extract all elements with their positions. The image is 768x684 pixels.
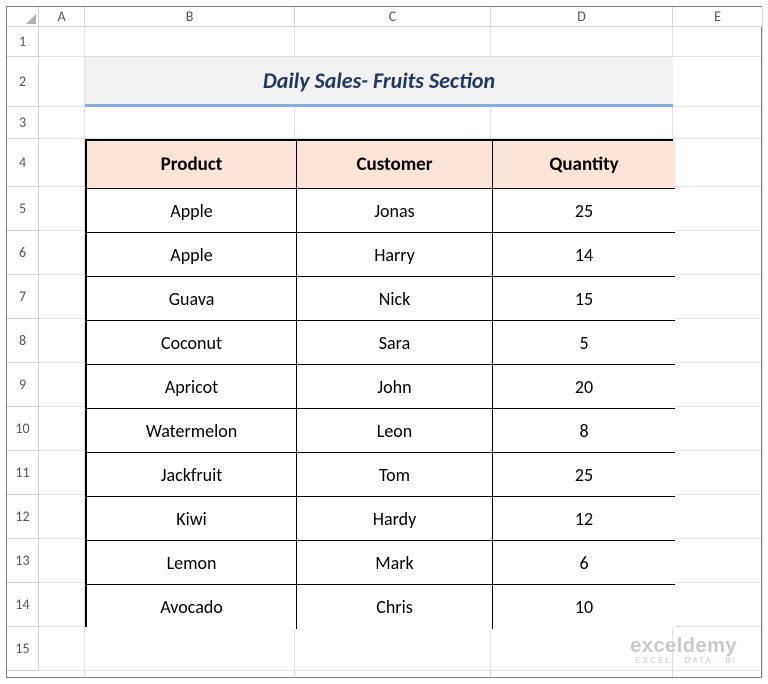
cell-quantity-14[interactable]: 10 [493, 585, 675, 629]
cell-customer-14[interactable]: Chris [297, 585, 493, 629]
cell-product-11[interactable]: Jackfruit [87, 453, 297, 497]
header-customer[interactable]: Customer [297, 141, 493, 189]
cell-quantity-9[interactable]: 20 [493, 365, 675, 409]
cell-product-9[interactable]: Apricot [87, 365, 297, 409]
cell-customer-7[interactable]: Nick [297, 277, 493, 321]
select-all-triangle[interactable] [7, 7, 39, 27]
cell-product-13[interactable]: Lemon [87, 541, 297, 585]
row-header-1[interactable]: 1 [7, 27, 39, 57]
data-table: ProductCustomerQuantityAppleJonas25Apple… [85, 139, 673, 627]
col-header-E[interactable]: E [673, 7, 763, 27]
cell-product-5[interactable]: Apple [87, 189, 297, 233]
row-header-4[interactable]: 4 [7, 139, 39, 187]
header-quantity[interactable]: Quantity [493, 141, 675, 189]
cell-quantity-11[interactable]: 25 [493, 453, 675, 497]
row-header-11[interactable]: 11 [7, 451, 39, 495]
row-header-9[interactable]: 9 [7, 363, 39, 407]
cell-product-10[interactable]: Watermelon [87, 409, 297, 453]
row-header-5[interactable]: 5 [7, 187, 39, 231]
row-header-10[interactable]: 10 [7, 407, 39, 451]
row-header-13[interactable]: 13 [7, 539, 39, 583]
row-header-8[interactable]: 8 [7, 319, 39, 363]
cell-customer-11[interactable]: Tom [297, 453, 493, 497]
row-header-15[interactable]: 15 [7, 627, 39, 671]
cell-quantity-5[interactable]: 25 [493, 189, 675, 233]
cell-product-12[interactable]: Kiwi [87, 497, 297, 541]
sheet-area[interactable]: Daily Sales- Fruits Section ProductCusto… [39, 27, 761, 677]
watermark-big: exceldemy [630, 635, 737, 658]
cell-product-8[interactable]: Coconut [87, 321, 297, 365]
cell-customer-6[interactable]: Harry [297, 233, 493, 277]
cell-customer-13[interactable]: Mark [297, 541, 493, 585]
row-header-3[interactable]: 3 [7, 107, 39, 139]
cell-customer-5[interactable]: Jonas [297, 189, 493, 233]
cell-product-14[interactable]: Avocado [87, 585, 297, 629]
cell-customer-10[interactable]: Leon [297, 409, 493, 453]
cell-customer-12[interactable]: Hardy [297, 497, 493, 541]
title-text: Daily Sales- Fruits Section [263, 67, 495, 94]
row-header-6[interactable]: 6 [7, 231, 39, 275]
watermark-small: EXCEL · DATA · BI [630, 656, 737, 665]
row-header-14[interactable]: 14 [7, 583, 39, 627]
cell-customer-8[interactable]: Sara [297, 321, 493, 365]
row-header-7[interactable]: 7 [7, 275, 39, 319]
header-product[interactable]: Product [87, 141, 297, 189]
cell-quantity-6[interactable]: 14 [493, 233, 675, 277]
col-header-D[interactable]: D [491, 7, 673, 27]
spreadsheet-frame: ABCDE 123456789101112131415 Daily Sales-… [6, 6, 762, 678]
cell-quantity-7[interactable]: 15 [493, 277, 675, 321]
watermark: exceldemy EXCEL · DATA · BI [630, 635, 737, 665]
cell-product-6[interactable]: Apple [87, 233, 297, 277]
title-bar: Daily Sales- Fruits Section [85, 57, 673, 107]
col-header-C[interactable]: C [295, 7, 491, 27]
cell-quantity-10[interactable]: 8 [493, 409, 675, 453]
col-header-B[interactable]: B [85, 7, 295, 27]
row-header-12[interactable]: 12 [7, 495, 39, 539]
cell-quantity-13[interactable]: 6 [493, 541, 675, 585]
cell-product-7[interactable]: Guava [87, 277, 297, 321]
cell-quantity-12[interactable]: 12 [493, 497, 675, 541]
col-header-A[interactable]: A [39, 7, 85, 27]
cell-quantity-8[interactable]: 5 [493, 321, 675, 365]
row-header-2[interactable]: 2 [7, 57, 39, 107]
cell-customer-9[interactable]: John [297, 365, 493, 409]
